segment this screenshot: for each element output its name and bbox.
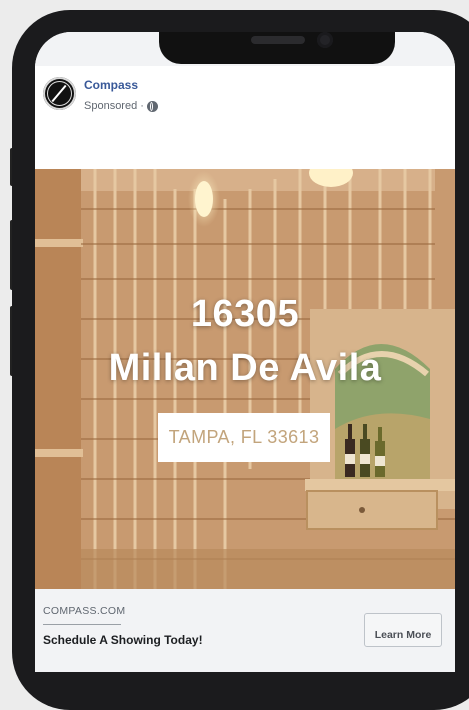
page-name-link[interactable]: Compass — [84, 78, 138, 92]
front-camera — [317, 32, 333, 48]
post-meta: Sponsored · — [84, 100, 158, 112]
sponsored-label: Sponsored — [84, 100, 138, 112]
meta-separator: · — [140, 100, 144, 112]
ad-image[interactable]: 16305 Millan De Avila TAMPA, FL 33613 — [35, 169, 455, 589]
notch — [159, 32, 395, 64]
ad-footer[interactable]: COMPASS.COM Schedule A Showing Today! Le… — [35, 589, 455, 672]
ad-title-line1: 16305 — [190, 293, 300, 335]
globe-icon[interactable] — [146, 100, 158, 112]
phone-screen: Compass Sponsored · 16305 Millan De Avil… — [35, 32, 455, 672]
domain-divider — [43, 624, 121, 625]
status-bar — [35, 32, 455, 66]
location-text: TAMPA, FL 33613 — [168, 427, 320, 447]
post-header: Compass Sponsored · — [35, 66, 455, 169]
link-headline[interactable]: Schedule A Showing Today! — [43, 633, 203, 647]
learn-more-button[interactable]: Learn More — [364, 613, 442, 647]
link-domain: COMPASS.COM — [43, 605, 126, 617]
avatar[interactable] — [43, 77, 76, 110]
ad-title-line2: Millan De Avila — [108, 347, 382, 389]
location-box: TAMPA, FL 33613 — [158, 413, 330, 462]
speaker-grille — [251, 36, 305, 44]
